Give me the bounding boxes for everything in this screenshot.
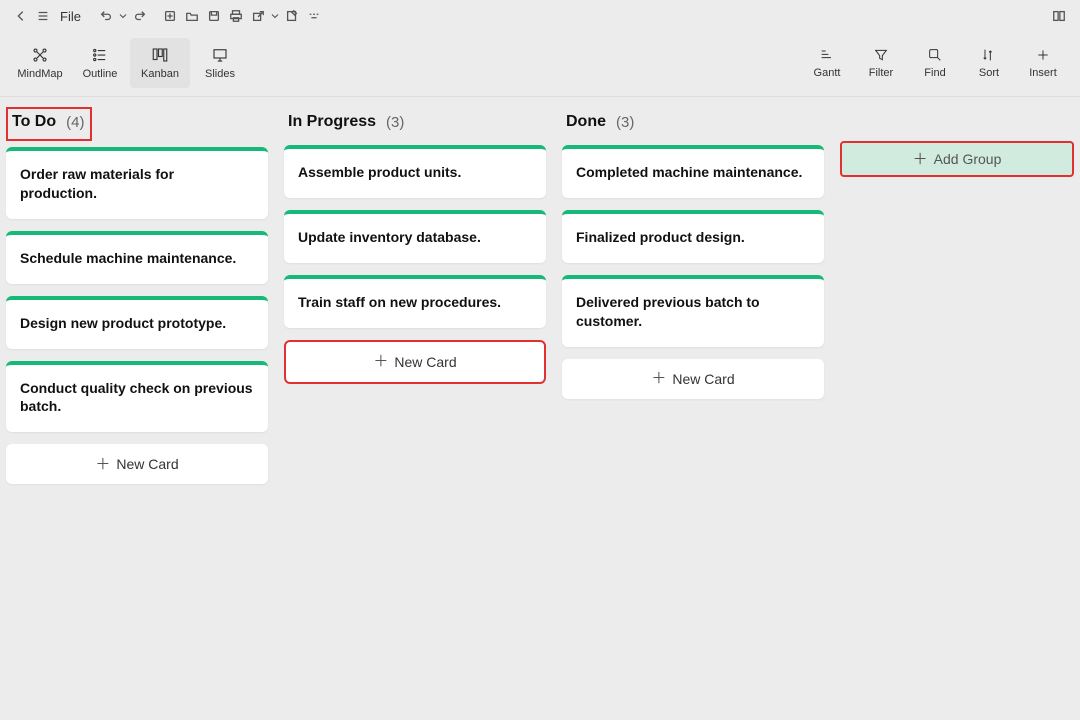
kanban-card[interactable]: Schedule machine maintenance. — [6, 231, 268, 284]
card-title: Delivered previous batch to customer. — [562, 279, 824, 347]
plus-icon: ＋ — [373, 354, 388, 369]
new-card-button[interactable]: ＋ New Card — [562, 359, 824, 399]
plus-icon: ＋ — [913, 152, 928, 167]
card-title: Design new product prototype. — [6, 300, 268, 349]
tool-gantt-label: Gantt — [814, 67, 841, 79]
kanban-card[interactable]: Update inventory database. — [284, 210, 546, 263]
new-card-button[interactable]: ＋ New Card — [284, 340, 546, 384]
card-title: Conduct quality check on previous batch. — [6, 365, 268, 433]
view-mindmap-label: MindMap — [17, 68, 62, 80]
save-icon[interactable] — [203, 5, 225, 27]
kanban-column: Done (3) Completed machine maintenance. Fin… — [562, 107, 824, 399]
more-icon[interactable] — [303, 5, 325, 27]
tool-group: Gantt Filter Find Sort Insert — [800, 38, 1070, 88]
edit-icon[interactable] — [281, 5, 303, 27]
tool-sort-label: Sort — [979, 67, 999, 79]
view-kanban-label: Kanban — [141, 68, 179, 80]
column-header[interactable]: To Do (4) — [6, 107, 92, 141]
kanban-card[interactable]: Design new product prototype. — [6, 296, 268, 349]
back-icon[interactable] — [10, 5, 32, 27]
kanban-card[interactable]: Completed machine maintenance. — [562, 145, 824, 198]
new-card-label: New Card — [394, 354, 456, 370]
tool-sort[interactable]: Sort — [962, 38, 1016, 88]
add-group-button[interactable]: ＋ Add Group — [840, 141, 1074, 177]
toolbar: MindMap Outline Kanban Slides Gantt Filt… — [0, 28, 1080, 97]
view-slides-label: Slides — [205, 68, 235, 80]
column-count: (4) — [66, 114, 84, 131]
chevron-down-icon[interactable] — [269, 5, 281, 27]
view-slides[interactable]: Slides — [190, 38, 250, 88]
column-count: (3) — [616, 114, 634, 131]
file-menu[interactable]: File — [54, 9, 87, 24]
kanban-card[interactable]: Conduct quality check on previous batch. — [6, 361, 268, 433]
column-title: To Do — [12, 113, 56, 131]
open-icon[interactable] — [181, 5, 203, 27]
print-icon[interactable] — [225, 5, 247, 27]
kanban-board: To Do (4) Order raw materials for producti… — [0, 97, 1080, 719]
titlebar: File — [0, 0, 1080, 28]
card-title: Schedule machine maintenance. — [6, 235, 268, 284]
new-file-icon[interactable] — [159, 5, 181, 27]
view-outline-label: Outline — [83, 68, 118, 80]
kanban-card[interactable]: Delivered previous batch to customer. — [562, 275, 824, 347]
plus-icon: ＋ — [95, 457, 110, 472]
kanban-card[interactable]: Finalized product design. — [562, 210, 824, 263]
chevron-down-icon[interactable] — [117, 5, 129, 27]
view-outline[interactable]: Outline — [70, 38, 130, 88]
tool-insert-label: Insert — [1029, 67, 1057, 79]
tool-filter-label: Filter — [869, 67, 893, 79]
new-card-button[interactable]: ＋ New Card — [6, 444, 268, 484]
kanban-card[interactable]: Train staff on new procedures. — [284, 275, 546, 328]
view-mode-tabs: MindMap Outline Kanban Slides — [10, 38, 250, 88]
menu-icon[interactable] — [32, 5, 54, 27]
view-mindmap[interactable]: MindMap — [10, 38, 70, 88]
kanban-card[interactable]: Order raw materials for production. — [6, 147, 268, 219]
tool-filter[interactable]: Filter — [854, 38, 908, 88]
tool-find-label: Find — [924, 67, 945, 79]
column-count: (3) — [386, 114, 404, 131]
tool-find[interactable]: Find — [908, 38, 962, 88]
kanban-column: To Do (4) Order raw materials for producti… — [6, 107, 268, 484]
column-title: In Progress — [288, 113, 376, 131]
card-title: Completed machine maintenance. — [562, 149, 824, 198]
new-card-label: New Card — [672, 371, 734, 387]
undo-icon[interactable] — [95, 5, 117, 27]
plus-icon: ＋ — [651, 371, 666, 386]
add-group-label: Add Group — [934, 151, 1002, 167]
view-kanban[interactable]: Kanban — [130, 38, 190, 88]
kanban-column: In Progress (3) Assemble product units. Upd… — [284, 107, 546, 384]
card-title: Finalized product design. — [562, 214, 824, 263]
panel-icon[interactable] — [1048, 5, 1070, 27]
card-title: Assemble product units. — [284, 149, 546, 198]
card-title: Train staff on new procedures. — [284, 279, 546, 328]
column-title: Done — [566, 113, 606, 131]
redo-icon[interactable] — [129, 5, 151, 27]
kanban-card[interactable]: Assemble product units. — [284, 145, 546, 198]
share-icon[interactable] — [247, 5, 269, 27]
tool-gantt[interactable]: Gantt — [800, 38, 854, 88]
new-card-label: New Card — [116, 456, 178, 472]
card-title: Update inventory database. — [284, 214, 546, 263]
column-header[interactable]: In Progress (3) — [284, 107, 546, 145]
tool-insert[interactable]: Insert — [1016, 38, 1070, 88]
column-header[interactable]: Done (3) — [562, 107, 824, 145]
card-title: Order raw materials for production. — [6, 151, 268, 219]
